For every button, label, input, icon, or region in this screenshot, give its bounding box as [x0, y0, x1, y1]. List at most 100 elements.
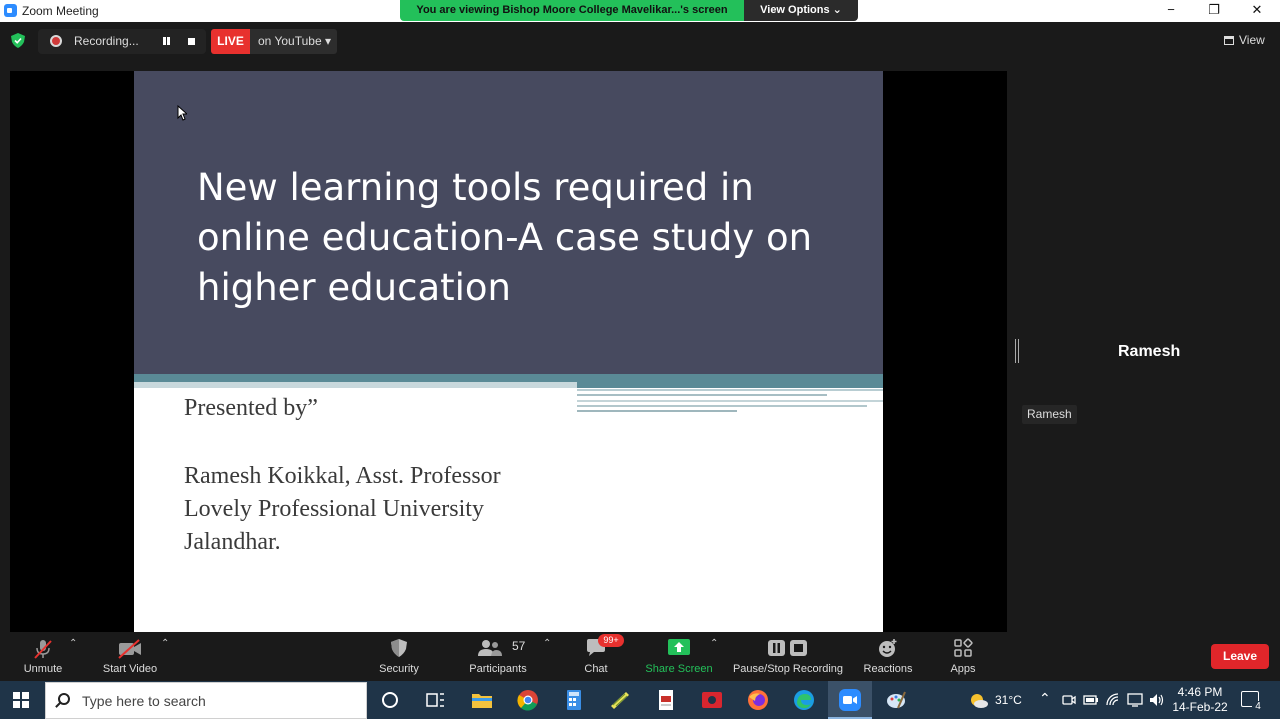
- view-button[interactable]: View: [1224, 33, 1265, 47]
- slide-decor-line: [577, 410, 737, 412]
- zoom-meeting-window: Zoom Meeting You are viewing Bishop Moor…: [0, 0, 1280, 719]
- calculator-icon[interactable]: [562, 688, 586, 712]
- unmute-label: Unmute: [23, 663, 63, 675]
- clock-time: 4:46 PM: [1177, 685, 1223, 699]
- slide-title: New learning tools required in online ed…: [197, 166, 813, 309]
- slide-decor-line: [577, 405, 867, 407]
- apps-label: Apps: [950, 663, 976, 675]
- chat-unread-badge: 99+: [598, 634, 624, 647]
- record-dot-icon: [50, 35, 62, 47]
- slide-author-block: Ramesh Koikkal, Asst. Professor Lovely P…: [184, 460, 501, 559]
- taskbar-search-input[interactable]: [82, 690, 352, 712]
- file-explorer-icon[interactable]: [470, 688, 494, 712]
- notification-count: 4: [1252, 701, 1264, 713]
- security-shield-icon: [391, 639, 407, 657]
- apps-button[interactable]: Apps: [940, 632, 986, 681]
- start-video-button[interactable]: Start Video: [100, 632, 160, 681]
- live-on-youtube-dropdown[interactable]: on YouTube ▾: [250, 29, 337, 54]
- panel-resize-handle[interactable]: [1015, 339, 1019, 363]
- security-label: Security: [379, 663, 419, 675]
- view-grid-icon: [1224, 36, 1234, 45]
- slide-author-line: Lovely Professional University: [184, 496, 484, 522]
- meeting-toolbar: Unmute ⌃ Start Video ⌃ Security 57 Parti…: [0, 632, 1280, 681]
- slide-author-line: Ramesh Koikkal, Asst. Professor: [184, 463, 501, 489]
- wifi-icon[interactable]: [1106, 693, 1122, 707]
- pause-stop-recording-label: Pause/Stop Recording: [732, 663, 844, 675]
- restore-button[interactable]: ❐: [1192, 1, 1236, 21]
- windows-taskbar: 31°C ⌃ 4:46 PM 14-Feb-22 4: [0, 681, 1280, 719]
- slide-decor-line: [577, 394, 827, 396]
- weather-sun-icon[interactable]: [967, 690, 989, 710]
- participants-icon: [478, 640, 502, 656]
- encryption-shield-icon[interactable]: [11, 33, 25, 48]
- stop-recording-icon[interactable]: [188, 38, 195, 45]
- edge-icon[interactable]: [792, 688, 816, 712]
- reactions-label: Reactions: [863, 663, 913, 675]
- share-screen-icon: [668, 639, 690, 655]
- chrome-icon[interactable]: [516, 688, 540, 712]
- task-view-icon[interactable]: [423, 688, 447, 712]
- recording-indicator: Recording...: [38, 29, 206, 54]
- battery-icon[interactable]: [1083, 694, 1099, 706]
- participant-name-tag: Ramesh: [1022, 405, 1077, 424]
- taskbar-clock[interactable]: 4:46 PM 14-Feb-22: [1168, 685, 1232, 715]
- muted-microphone-icon: [34, 640, 52, 659]
- meet-now-icon[interactable]: [1062, 693, 1076, 707]
- view-label: View: [1239, 33, 1265, 47]
- display-settings-icon[interactable]: [1127, 693, 1143, 707]
- media-app-icon[interactable]: [700, 688, 724, 712]
- slide-decor-line: [577, 400, 883, 402]
- audio-options-caret-icon[interactable]: ⌃: [69, 639, 77, 649]
- share-screen-button[interactable]: Share Screen: [644, 632, 714, 681]
- taskbar-search-box[interactable]: [45, 682, 367, 719]
- zoom-app-icon: [4, 4, 17, 17]
- meeting-top-bar: Recording... LIVE on YouTube ▾ View: [0, 22, 1280, 60]
- participant-video-name: Ramesh: [1118, 343, 1181, 360]
- clock-date: 14-Feb-22: [1172, 700, 1228, 714]
- shared-screen-stage: New learning tools required in online ed…: [10, 71, 1007, 632]
- participants-button[interactable]: 57 Participants: [466, 632, 530, 681]
- view-options-button[interactable]: View Options ⌄: [744, 0, 858, 21]
- pause-recording-icon[interactable]: [162, 36, 172, 46]
- reactions-button[interactable]: Reactions: [860, 632, 916, 681]
- share-screen-label: Share Screen: [645, 663, 713, 675]
- leave-meeting-button[interactable]: Leave: [1211, 644, 1269, 669]
- participants-label: Participants: [469, 663, 527, 675]
- slide-author-line: Jalandhar.: [184, 529, 281, 555]
- title-bar: Zoom Meeting You are viewing Bishop Moor…: [0, 0, 1280, 22]
- zoom-taskbar-active[interactable]: [828, 681, 872, 719]
- chat-label: Chat: [584, 663, 608, 675]
- windows-start-icon[interactable]: [13, 692, 29, 708]
- slide-decor-line: [577, 389, 883, 391]
- firefox-icon[interactable]: [746, 688, 770, 712]
- video-options-caret-icon[interactable]: ⌃: [161, 639, 169, 649]
- pdf-reader-icon[interactable]: [654, 688, 678, 712]
- security-button[interactable]: Security: [372, 632, 426, 681]
- participants-count: 57: [512, 639, 526, 653]
- recording-label: Recording...: [74, 34, 139, 48]
- apps-icon: [954, 638, 973, 657]
- slide-divider-highlight: [134, 382, 577, 388]
- notes-app-icon[interactable]: [608, 688, 632, 712]
- video-off-icon: [118, 639, 141, 659]
- live-badge: LIVE: [211, 29, 250, 54]
- tray-overflow-chevron-icon[interactable]: ⌃: [1039, 690, 1051, 707]
- search-icon: [58, 693, 70, 705]
- slide-presented-by: Presented by”: [184, 395, 318, 421]
- close-button[interactable]: ✕: [1235, 1, 1279, 21]
- unmute-button[interactable]: Unmute: [14, 632, 72, 681]
- mouse-cursor-icon: [177, 105, 187, 121]
- presentation-slide: New learning tools required in online ed…: [134, 71, 883, 632]
- minimize-button[interactable]: −: [1149, 1, 1193, 21]
- paint-icon[interactable]: [884, 688, 908, 712]
- pause-stop-recording-button[interactable]: Pause/Stop Recording: [730, 632, 846, 681]
- share-options-caret-icon[interactable]: ⌃: [710, 639, 718, 649]
- cortana-icon[interactable]: [378, 688, 402, 712]
- weather-temperature: 31°C: [995, 693, 1022, 707]
- screen-share-banner: You are viewing Bishop Moore College Mav…: [400, 0, 744, 21]
- pause-stop-recording-icon: [768, 640, 807, 656]
- chat-button[interactable]: 99+ Chat: [576, 632, 624, 681]
- reactions-smiley-icon: [879, 639, 897, 657]
- participants-options-caret-icon[interactable]: ⌃: [543, 639, 551, 649]
- volume-icon[interactable]: [1149, 693, 1165, 707]
